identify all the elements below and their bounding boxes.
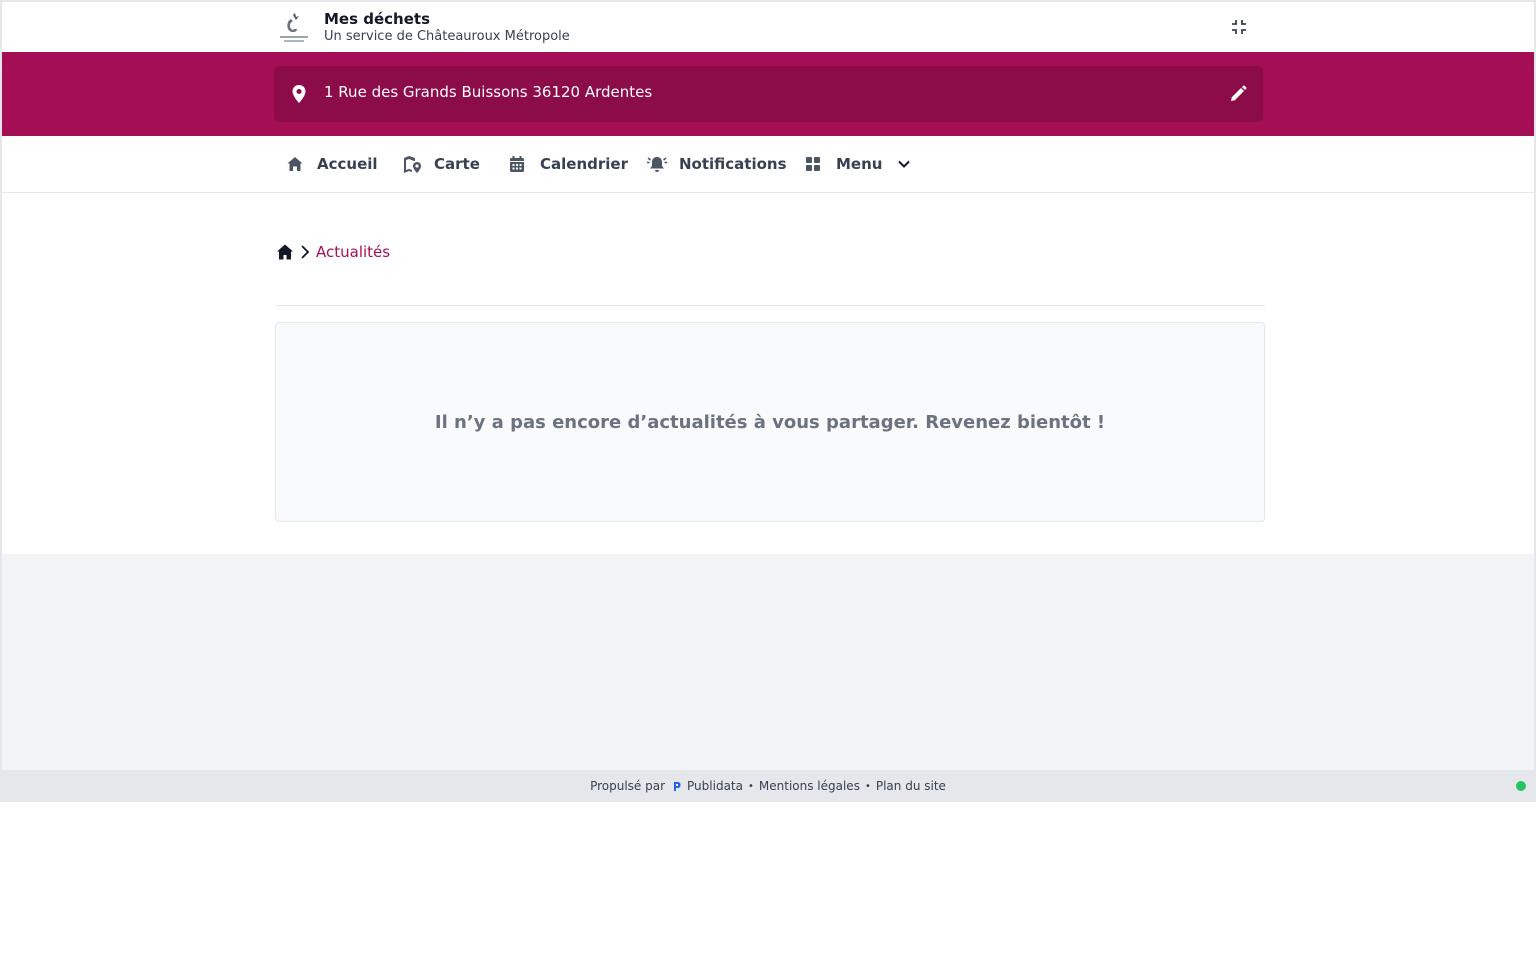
page-background [2, 554, 1534, 770]
map-pin-icon [404, 156, 421, 173]
site-title: Mes déchets [324, 10, 431, 28]
bell-icon [647, 157, 667, 172]
nav-item-notifications[interactable]: Notifications [646, 136, 787, 192]
publidata-link[interactable]: Publidata [687, 779, 743, 793]
grid-icon [806, 157, 820, 171]
separator: • [747, 780, 754, 792]
breadcrumb: Actualités [276, 242, 390, 262]
main-nav: Accueil Carte Calendrier Notifications M… [2, 136, 1534, 193]
calendar-icon [510, 156, 524, 172]
sitemap-link[interactable]: Plan du site [876, 779, 946, 793]
nav-item-menu[interactable]: Menu [805, 136, 911, 192]
nav-item-accueil[interactable]: Accueil [286, 136, 378, 192]
nav-item-carte[interactable]: Carte [403, 136, 480, 192]
nav-label: Accueil [317, 155, 378, 173]
nav-label: Carte [434, 155, 480, 173]
collapse-icon [1232, 20, 1246, 34]
address-selector[interactable]: 1 Rue des Grands Buissons 36120 Ardentes [274, 66, 1263, 122]
content-divider [275, 305, 1265, 306]
nav-label: Calendrier [540, 155, 628, 173]
collapse-button[interactable] [1228, 16, 1250, 38]
empty-message: Il n’y a pas encore d’actualités à vous … [434, 411, 1106, 433]
app-frame: Mes déchets Un service de Châteauroux Mé… [0, 0, 1536, 802]
news-empty-state: Il n’y a pas encore d’actualités à vous … [275, 322, 1265, 522]
home-icon [287, 157, 303, 171]
site-footer: Propulsé par Publidata • Mentions légale… [0, 770, 1536, 802]
breadcrumb-current[interactable]: Actualités [316, 243, 390, 261]
publidata-logo-icon [674, 782, 681, 791]
home-icon[interactable] [276, 243, 294, 261]
address-band: 1 Rue des Grands Buissons 36120 Ardentes [2, 52, 1534, 136]
nav-label: Menu [836, 155, 883, 173]
powered-by-text: Propulsé par [590, 779, 666, 793]
nav-label: Notifications [679, 155, 787, 173]
separator: • [864, 780, 871, 792]
pencil-icon[interactable] [1228, 84, 1248, 104]
address-text: 1 Rue des Grands Buissons 36120 Ardentes [324, 83, 653, 101]
chevron-down-icon [898, 160, 911, 168]
site-header: Mes déchets Un service de Châteauroux Mé… [2, 2, 1534, 52]
chevron-right-icon [301, 245, 310, 259]
status-indicator [1516, 781, 1526, 791]
site-subtitle: Un service de Châteauroux Métropole [324, 29, 570, 44]
legal-link[interactable]: Mentions légales [759, 779, 860, 793]
nav-item-calendrier[interactable]: Calendrier [508, 136, 628, 192]
chateauroux-logo[interactable] [278, 11, 310, 45]
location-pin-icon [292, 85, 306, 103]
